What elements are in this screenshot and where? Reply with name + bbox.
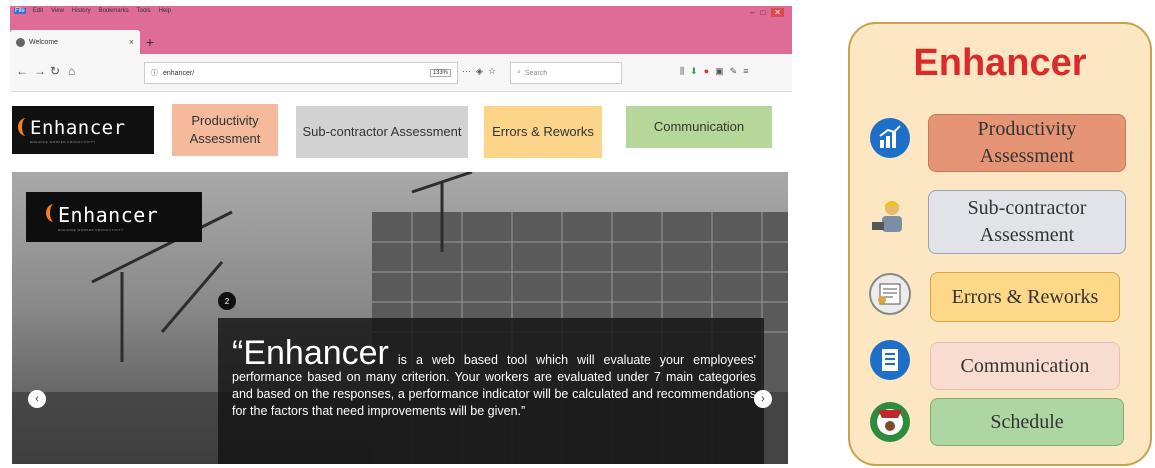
page-info-icon[interactable]: ⓘ — [151, 68, 158, 78]
maximize-button[interactable]: □ — [760, 8, 765, 17]
errors-document-icon — [869, 273, 911, 315]
enhancer-modules-panel: Enhancer Productivity Assessment Sub-con… — [848, 22, 1152, 466]
worker-helmet-icon — [872, 201, 902, 232]
new-tab-button[interactable]: + — [142, 32, 158, 52]
search-placeholder: Search — [524, 69, 548, 77]
slide-number-badge: 2 — [218, 292, 236, 310]
slider-next-button[interactable]: › — [754, 390, 772, 408]
nav-productivity-assessment[interactable]: Productivity Assessment — [172, 104, 278, 156]
browser-tab[interactable]: Welcome × — [10, 30, 140, 54]
panel-item-productivity[interactable]: Productivity Assessment — [928, 114, 1126, 172]
menu-bookmarks[interactable]: Bookmarks — [98, 8, 130, 14]
schedule-badge-icon — [870, 402, 910, 442]
zoom-level[interactable]: 133% — [429, 69, 451, 77]
menu-view[interactable]: View — [50, 8, 65, 14]
hero-slider: Enhancer ENHANCE WORKER PRODUCTIVITY 2 “… — [12, 172, 788, 464]
productivity-chart-icon — [870, 118, 910, 158]
download-icon[interactable]: ⬇ — [690, 66, 698, 77]
menu-bar: File Edit View History Bookmarks Tools H… — [14, 8, 172, 14]
hero-logo-tagline: ENHANCE WORKER PRODUCTIVITY — [58, 227, 124, 232]
tab-close-button[interactable]: × — [129, 37, 134, 47]
navigation-toolbar: ← → ↻ ⌂ ⓘ enhancer/ 133% ⋯ ◈ ☆ ⌕ Search … — [10, 54, 792, 92]
search-icon: ⌕ — [517, 69, 521, 76]
nav-subcontractor-assessment[interactable]: Sub-contractor Assessment — [296, 106, 468, 158]
site-logo[interactable]: Enhancer ENHANCE WORKER PRODUCTIVITY — [12, 106, 154, 154]
panel-title: Enhancer — [913, 42, 1087, 84]
menu-help[interactable]: Help — [158, 8, 172, 14]
library-icon[interactable]: ⫼ — [680, 66, 684, 77]
minimize-button[interactable]: – — [750, 8, 754, 17]
panel-item-schedule[interactable]: Schedule — [930, 398, 1124, 446]
caption-lead: “Enhancer — [232, 334, 389, 372]
close-window-button[interactable]: ✕ — [771, 8, 784, 17]
url-bar[interactable]: ⓘ enhancer/ 133% — [144, 62, 458, 84]
home-icon[interactable]: ⌂ — [68, 64, 75, 78]
screenshot-icon[interactable]: ▣ — [715, 66, 724, 77]
communication-document-icon — [870, 340, 910, 380]
nav-communication[interactable]: Communication — [626, 106, 772, 148]
hero-logo: Enhancer ENHANCE WORKER PRODUCTIVITY — [26, 192, 202, 242]
page-actions-icon[interactable]: ⋯ — [462, 66, 471, 77]
browser-titlebar: File Edit View History Bookmarks Tools H… — [10, 6, 792, 54]
extension-icon[interactable]: ✎ — [730, 66, 738, 77]
forward-icon[interactable]: → — [34, 64, 46, 78]
addon-icon[interactable]: ● — [704, 66, 709, 77]
menu-file[interactable]: File — [14, 8, 26, 14]
hamburger-menu-icon[interactable]: ≡ — [743, 66, 748, 77]
search-bar[interactable]: ⌕ Search — [510, 62, 622, 84]
site-logo-text: Enhancer — [18, 117, 154, 139]
panel-item-subcontractor[interactable]: Sub-contractor Assessment — [928, 190, 1126, 254]
pocket-icon[interactable]: ◈ — [476, 66, 483, 77]
toolbar-icons: ⫼ ⬇ ● ▣ ✎ ≡ — [680, 66, 748, 77]
slider-prev-button[interactable]: ‹ — [28, 390, 46, 408]
nav-errors-reworks[interactable]: Errors & Reworks — [484, 106, 602, 158]
url-text: enhancer/ — [163, 69, 195, 77]
reload-icon[interactable]: ↻ — [50, 64, 60, 78]
hero-logo-text: Enhancer — [46, 203, 202, 227]
browser-window: File Edit View History Bookmarks Tools H… — [10, 6, 792, 464]
menu-edit[interactable]: Edit — [32, 8, 44, 14]
menu-history[interactable]: History — [71, 8, 92, 14]
menu-tools[interactable]: Tools — [136, 8, 152, 14]
window-controls: – □ ✕ — [750, 8, 784, 17]
bookmark-star-icon[interactable]: ☆ — [488, 66, 496, 77]
site-logo-tagline: ENHANCE WORKER PRODUCTIVITY — [30, 139, 96, 144]
back-icon[interactable]: ← — [16, 64, 28, 78]
tab-favicon-icon — [16, 37, 25, 47]
hero-caption: “Enhancer is a web based tool which will… — [218, 318, 764, 464]
url-actions: ⋯ ◈ ☆ — [462, 66, 496, 77]
panel-item-communication[interactable]: Communication — [930, 342, 1120, 390]
panel-item-errors-reworks[interactable]: Errors & Reworks — [930, 272, 1120, 322]
tab-title: Welcome — [29, 38, 59, 46]
